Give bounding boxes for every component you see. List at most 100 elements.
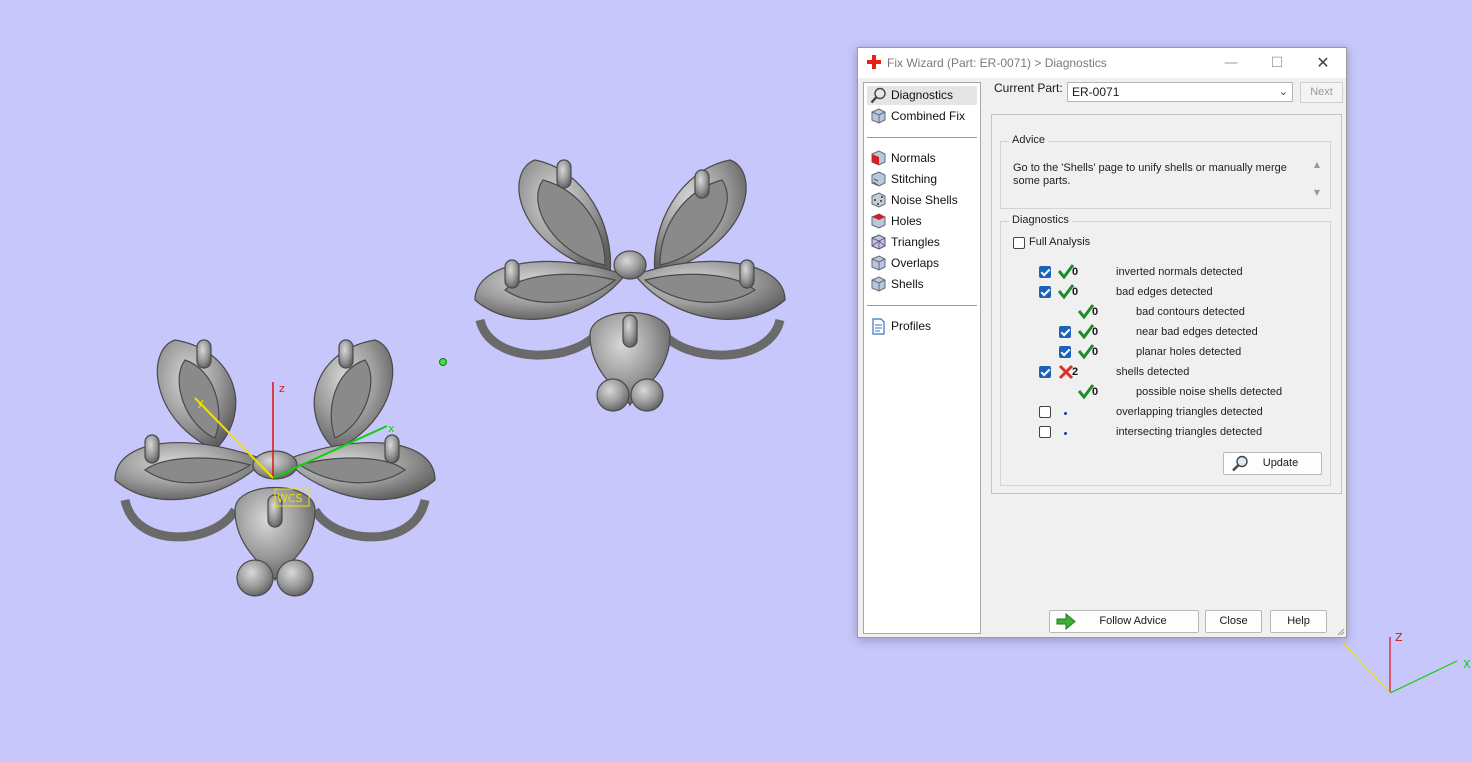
update-button[interactable]: Update <box>1223 452 1322 475</box>
close-icon: ✕ <box>1316 53 1330 72</box>
nav-item-holes[interactable]: Holes <box>867 212 977 231</box>
diagnostics-page: Advice Go to the 'Shells' page to unify … <box>991 114 1342 494</box>
check-intersecting-triangles[interactable] <box>1039 426 1051 438</box>
fix-wizard-dialog: Fix Wizard (Part: ER-0071) > Diagnostics… <box>857 47 1347 638</box>
close-window-button[interactable]: ✕ <box>1300 48 1346 78</box>
earring-model-right[interactable] <box>465 155 795 425</box>
desc-bad-contours: bad contours detected <box>1136 306 1245 318</box>
desc-noise-shells: possible noise shells detected <box>1136 386 1283 398</box>
full-analysis-checkbox[interactable] <box>1013 237 1025 249</box>
full-analysis-label: Full Analysis <box>1029 236 1091 248</box>
check-near-bad-edges[interactable] <box>1059 326 1071 338</box>
diagnostics-group: Diagnostics Full Analysis 0 inverted nor… <box>1000 214 1331 486</box>
nav-label: Stitching <box>891 172 938 186</box>
nav-label: Holes <box>891 214 922 228</box>
scroll-down-icon[interactable]: ▼ <box>1314 188 1320 197</box>
nav-item-combined-fix[interactable]: Combined Fix <box>867 107 977 126</box>
check-bad-edges[interactable] <box>1039 286 1051 298</box>
nav-label: Shells <box>891 277 924 291</box>
chevron-down-icon: ⌄ <box>1278 86 1288 98</box>
maximize-button[interactable]: ☐ <box>1254 48 1300 78</box>
red-cross-app-icon <box>867 55 881 69</box>
desc-intersecting-triangles: intersecting triangles detected <box>1116 426 1263 438</box>
nav-label: Normals <box>891 151 936 165</box>
check-shells[interactable] <box>1039 366 1051 378</box>
pending-dot-icon <box>1064 432 1067 435</box>
fix-wizard-nav: Diagnostics Combined Fix Normals Stitchi… <box>863 82 981 634</box>
earring-model-left[interactable]: z y x WCS <box>105 330 445 600</box>
shells-cube-icon <box>871 276 886 292</box>
nav-label: Noise Shells <box>891 193 958 207</box>
nav-item-normals[interactable]: Normals <box>867 149 977 168</box>
current-part-label: Current Part: <box>994 81 1063 95</box>
holes-cube-icon <box>871 213 886 229</box>
count-inverted-normals: 0 <box>1072 266 1079 278</box>
document-icon <box>872 318 885 335</box>
current-part-select[interactable]: ER-0071 ⌄ <box>1067 82 1293 102</box>
corner-axis-x-label: X <box>1463 658 1471 671</box>
corner-axis-z-label: Z <box>1395 631 1403 644</box>
desc-planar-holes: planar holes detected <box>1136 346 1242 358</box>
nav-label: Overlaps <box>891 256 940 270</box>
normals-cube-icon <box>871 150 886 166</box>
magnifier-icon <box>870 87 886 104</box>
nav-item-stitching[interactable]: Stitching <box>867 170 977 189</box>
title-bar[interactable]: Fix Wizard (Part: ER-0071) > Diagnostics… <box>858 48 1346 78</box>
nav-item-overlaps[interactable]: Overlaps <box>867 254 977 273</box>
noise-cube-icon <box>871 192 886 208</box>
triangles-cube-icon <box>871 234 886 250</box>
pending-dot-icon <box>1064 412 1067 415</box>
nav-item-triangles[interactable]: Triangles <box>867 233 977 252</box>
view-axis-indicator: Z X <box>1342 631 1471 694</box>
nav-item-noise-shells[interactable]: Noise Shells <box>867 191 977 210</box>
nav-label: Profiles <box>891 319 932 333</box>
wcs-axis-x-label: x <box>388 422 395 435</box>
follow-advice-button[interactable]: Follow Advice <box>1049 610 1199 633</box>
diagnostics-title: Diagnostics <box>1009 214 1072 226</box>
desc-inverted-normals: inverted normals detected <box>1116 266 1243 278</box>
desc-near-bad-edges: near bad edges detected <box>1136 326 1258 338</box>
advice-group: Advice Go to the 'Shells' page to unify … <box>1000 134 1331 209</box>
check-inverted-normals[interactable] <box>1039 266 1051 278</box>
current-part-value: ER-0071 <box>1072 85 1120 99</box>
maximize-icon: ☐ <box>1270 55 1284 71</box>
count-noise-shells: 0 <box>1092 386 1099 398</box>
minimize-button[interactable]: — <box>1208 48 1254 78</box>
desc-shells: shells detected <box>1116 366 1190 378</box>
count-bad-edges: 0 <box>1072 286 1079 298</box>
nav-label: Triangles <box>891 235 940 249</box>
scroll-up-icon[interactable]: ▲ <box>1314 160 1320 169</box>
cube-icon <box>871 108 886 124</box>
wcs-axis-y-label: y <box>197 396 204 409</box>
help-button[interactable]: Help <box>1270 610 1327 633</box>
nav-divider <box>867 137 977 138</box>
wcs-label: WCS <box>277 492 303 505</box>
nav-label: Combined Fix <box>891 109 966 123</box>
nav-item-profiles[interactable]: Profiles <box>867 317 977 336</box>
advice-title: Advice <box>1009 134 1049 146</box>
minimize-icon: — <box>1224 55 1238 71</box>
count-planar-holes: 0 <box>1092 346 1099 358</box>
stitching-cube-icon <box>871 171 886 187</box>
nav-divider <box>867 305 977 306</box>
next-button[interactable]: Next <box>1300 82 1343 103</box>
pivot-point-marker <box>439 358 447 366</box>
nav-item-diagnostics[interactable]: Diagnostics <box>867 86 977 105</box>
update-label: Update <box>1262 457 1299 469</box>
wcs-axis-z-label: z <box>279 382 285 395</box>
magnifier-icon <box>1232 455 1248 472</box>
count-near-bad-edges: 0 <box>1092 326 1099 338</box>
count-bad-contours: 0 <box>1092 306 1099 318</box>
nav-label: Diagnostics <box>891 88 954 102</box>
close-button[interactable]: Close <box>1205 610 1262 633</box>
check-planar-holes[interactable] <box>1059 346 1071 358</box>
window-title: Fix Wizard (Part: ER-0071) > Diagnostics <box>887 56 1107 70</box>
follow-advice-label: Follow Advice <box>1099 615 1167 627</box>
nav-item-shells[interactable]: Shells <box>867 275 977 294</box>
check-overlapping-triangles[interactable] <box>1039 406 1051 418</box>
desc-bad-edges: bad edges detected <box>1116 286 1213 298</box>
overlaps-cube-icon <box>871 255 886 271</box>
desc-overlapping-triangles: overlapping triangles detected <box>1116 406 1263 418</box>
resize-grip-icon[interactable] <box>1335 626 1345 636</box>
count-shells: 2 <box>1072 366 1079 378</box>
